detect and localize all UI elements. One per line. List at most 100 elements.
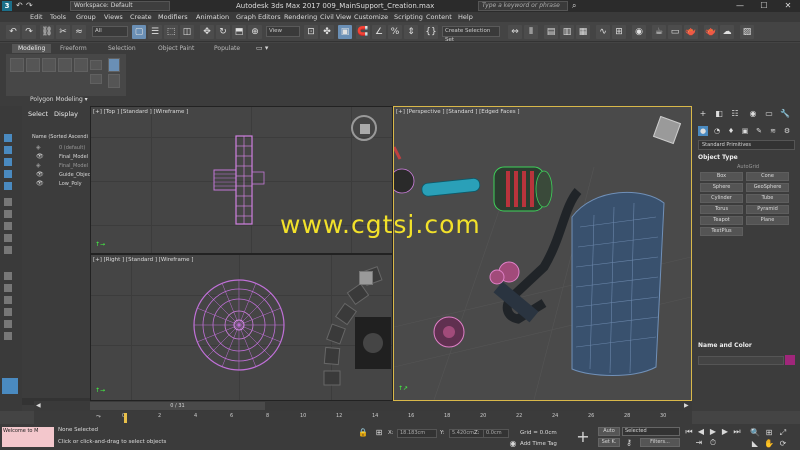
list-item[interactable]: 👁 Final_Model [24,153,88,161]
reference-coordinate-dropdown[interactable]: View [266,26,300,37]
filter-icon[interactable] [4,332,12,340]
ribbon-button[interactable] [108,74,120,88]
scale-icon[interactable]: ⬒ [232,25,246,39]
lock-selection-icon[interactable]: 🔒 [358,428,368,438]
box-button[interactable]: Box [700,172,743,181]
redo-icon[interactable]: ↷ [26,1,33,10]
scene-explorer-icon[interactable] [2,378,18,394]
cameras-icon[interactable]: ▣ [740,126,750,136]
object-color-swatch[interactable] [785,355,795,365]
filter-icon[interactable] [4,246,12,254]
ribbon-button[interactable] [10,58,24,72]
search-icon[interactable]: ⌕ [572,1,576,11]
select-manipulate-icon[interactable]: ✤ [320,25,334,39]
filter-icon[interactable] [4,320,12,328]
maxscript-listener[interactable]: Welcome to M [2,427,54,447]
filter-icon[interactable] [4,210,12,218]
ribbon-button[interactable] [42,58,56,72]
keyboard-shortcut-override-icon[interactable]: ▣ [338,25,352,39]
menu-animation[interactable]: Animation [196,13,229,21]
list-item[interactable]: ◈ 0 (default) [24,144,88,152]
play-icon[interactable]: ▶ [708,427,718,437]
list-item[interactable]: 👁 Low_Poly [24,180,88,188]
undo-button[interactable]: ↶ [6,25,20,39]
rendered-frame-window-icon[interactable]: ▭ [668,25,682,39]
layer-icon[interactable]: ◈ [36,144,41,152]
explorer-tab-select[interactable]: Select [28,110,48,118]
textplus-button[interactable]: TextPlus [700,227,743,236]
systems-icon[interactable]: ⚙ [782,126,792,136]
move-icon[interactable]: ✥ [200,25,214,39]
named-selection-set-dropdown[interactable]: Create Selection Set [442,26,500,43]
display-icon[interactable] [4,182,12,190]
x-coord-field[interactable]: 18.183cm [397,429,437,438]
z-coord-field[interactable]: 0.0cm [483,429,509,438]
select-by-name-icon[interactable]: ☰ [148,25,162,39]
place-icon[interactable]: ⊕ [248,25,262,39]
render-iterative-icon[interactable]: 🫖 [704,25,718,39]
goto-end-icon[interactable]: ⏭ [732,427,742,437]
shapes-icon[interactable]: ◔ [712,126,722,136]
zoom-icon[interactable]: 🔍 [750,428,760,438]
ribbon-tab-object-paint[interactable]: Object Paint [152,44,200,53]
undo-icon[interactable]: ↶ [16,1,23,10]
field-of-view-icon[interactable]: ◣ [750,439,760,449]
explorer-tab-display[interactable]: Display [54,110,78,118]
render-setup-icon[interactable]: ☕ [652,25,666,39]
menu-views[interactable]: Views [104,13,123,21]
bind-space-warp-icon[interactable]: ≈ [72,25,86,39]
key-filter-dropdown[interactable]: Selected [622,427,680,436]
utilities-tab-icon[interactable]: 🔧 [780,109,790,119]
next-key-icon[interactable]: ▶ [720,427,730,437]
time-config-icon[interactable]: ⏱ [708,438,718,448]
eye-icon[interactable]: 👁 [36,153,44,161]
ribbon-active-button[interactable] [108,58,120,72]
selection-filter-dropdown[interactable]: All [92,26,128,37]
menu-customize[interactable]: Customize [354,13,388,21]
ribbon-options-icon[interactable]: ▭ ▾ [256,44,268,52]
percent-snap-icon[interactable]: % [388,25,402,39]
filter-icon[interactable] [4,234,12,242]
ribbon-tab-freeform[interactable]: Freeform [54,44,93,53]
align-icon[interactable]: ⫴ [524,25,538,39]
tube-button[interactable]: Tube [746,194,789,203]
mirror-icon[interactable]: ⇔ [508,25,522,39]
maximize-button[interactable]: ☐ [752,0,776,12]
workspace-dropdown[interactable]: Workspace: Default [70,1,170,11]
time-tag-icon[interactable]: ◉ [508,439,518,449]
next-frame-icon[interactable]: ▶ [684,402,689,409]
viewcube-icon[interactable] [351,115,377,141]
unlink-icon[interactable]: ✂ [56,25,70,39]
close-button[interactable]: ✕ [776,0,800,12]
ribbon-button[interactable] [90,60,102,70]
name-and-color-rollout[interactable]: Name and Color [698,342,752,349]
snaps-toggle-icon[interactable]: 🧲 [356,25,370,39]
curve-editor-icon[interactable]: ∿ [596,25,610,39]
filter-icon[interactable] [4,296,12,304]
menu-graph-editors[interactable]: Graph Editors [236,13,281,21]
key-filters-button[interactable]: Filters... [640,438,680,447]
cylinder-button[interactable]: Cylinder [700,194,743,203]
set-key-button[interactable]: Set K. [598,438,620,447]
geosphere-button[interactable]: GeoSphere [746,183,789,192]
teapot-button[interactable]: Teapot [700,216,743,225]
filter-icon[interactable] [4,284,12,292]
cone-button[interactable]: Cone [746,172,789,181]
add-time-tag-button[interactable]: Add Time Tag [520,441,557,447]
ribbon-button[interactable] [26,58,40,72]
key-mode-icon[interactable]: ⇥ [694,438,704,448]
ribbon-tab-populate[interactable]: Populate [208,44,246,53]
sphere-button[interactable]: Sphere [700,183,743,192]
filter-icon[interactable] [4,198,12,206]
app-logo-icon[interactable]: 3 [2,1,12,11]
minimize-button[interactable]: — [728,0,752,12]
spinner-snap-icon[interactable]: ⇕ [404,25,418,39]
hierarchy-tab-icon[interactable]: ☷ [730,109,740,119]
toggle-ribbon-icon[interactable]: ▦ [576,25,590,39]
material-editor-icon[interactable]: ◉ [632,25,646,39]
ribbon-tab-selection[interactable]: Selection [102,44,142,53]
explorer-column-header[interactable]: Name (Sorted Ascendi [32,134,88,140]
prev-frame-icon[interactable]: ◀ [36,402,41,409]
time-slider[interactable]: 0 / 31 ◀ ▶ [34,401,692,411]
zoom-extents-icon[interactable]: ⊞ [764,428,774,438]
